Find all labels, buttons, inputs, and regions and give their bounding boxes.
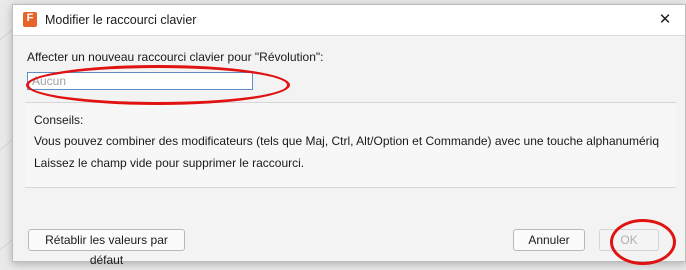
tip-clear-field: Laissez le champ vide pour supprimer le …	[34, 156, 305, 170]
reset-defaults-button[interactable]: Rétablir les valeurs par défaut	[28, 229, 185, 267]
shortcut-input[interactable]	[27, 72, 253, 90]
edit-shortcut-dialog: F Modifier le raccourci clavier ✕ Affect…	[12, 4, 686, 267]
close-icon[interactable]: ✕	[653, 9, 677, 31]
ok-button[interactable]: OK	[599, 229, 659, 251]
title-bar: F Modifier le raccourci clavier ✕	[13, 5, 685, 36]
app-icon: F	[23, 12, 37, 27]
dialog-title: Modifier le raccourci clavier	[45, 13, 197, 27]
assign-shortcut-prompt: Affecter un nouveau raccourci clavier po…	[27, 50, 324, 64]
tips-panel: Conseils: Vous pouvez combiner des modif…	[25, 102, 676, 188]
tip-modifiers: Vous pouvez combiner des modificateurs (…	[34, 134, 659, 148]
tips-title: Conseils:	[34, 113, 84, 127]
cancel-button[interactable]: Annuler	[513, 229, 585, 251]
